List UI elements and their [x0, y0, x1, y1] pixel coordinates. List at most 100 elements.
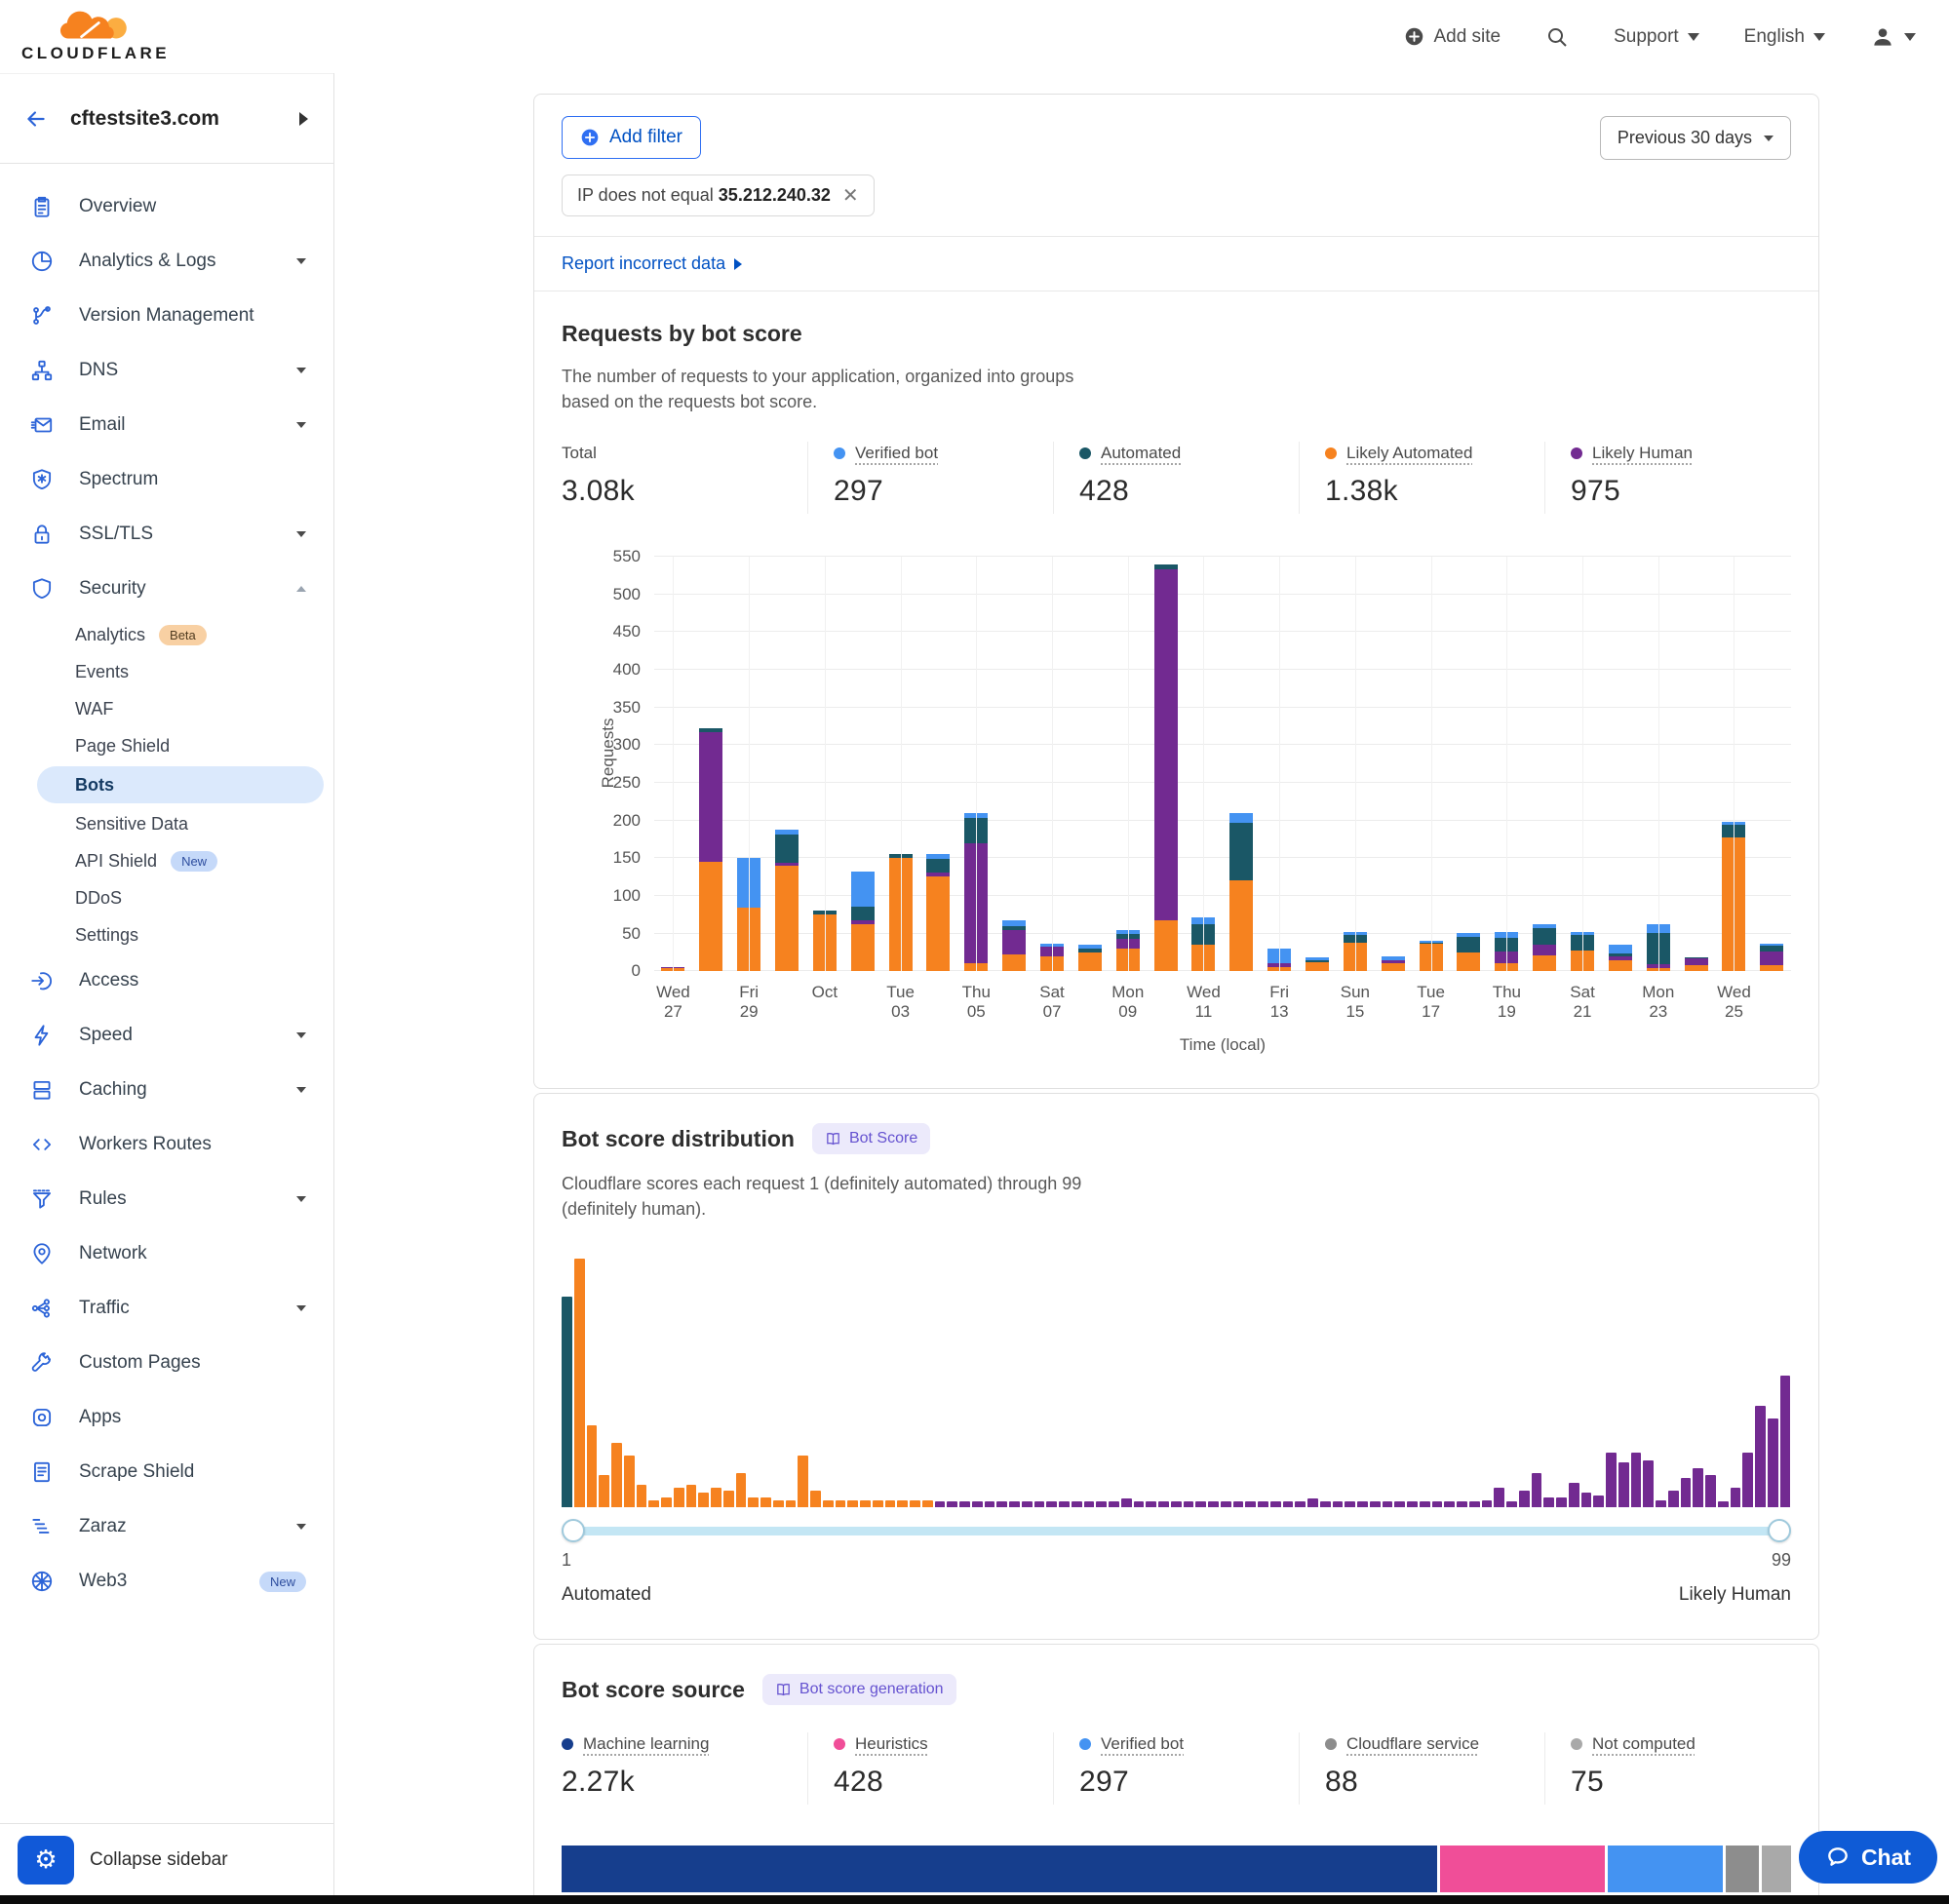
add-filter-button[interactable]: Add filter — [562, 116, 701, 159]
sidebar-item-rules[interactable]: Rules — [0, 1172, 333, 1226]
chevron-down-icon — [1904, 33, 1916, 41]
slider-track[interactable] — [567, 1527, 1785, 1535]
search-icon[interactable] — [1545, 25, 1569, 49]
stat-label[interactable]: Machine learning — [583, 1734, 709, 1754]
date-range-dropdown[interactable]: Previous 30 days — [1600, 116, 1791, 160]
histogram-bar — [773, 1500, 784, 1508]
bot-score-generation-badge[interactable]: Bot score generation — [762, 1674, 956, 1705]
chat-button[interactable]: Chat — [1799, 1831, 1937, 1884]
sidebar-item-security[interactable]: Security — [0, 562, 333, 616]
add-site-button[interactable]: Add site — [1404, 26, 1501, 48]
sidebar-item-bots[interactable]: Bots — [37, 766, 324, 803]
sidebar-item-custom-pages[interactable]: Custom Pages — [0, 1336, 333, 1390]
collapse-sidebar-button[interactable]: Collapse sidebar — [90, 1849, 228, 1871]
slider-handle-max[interactable] — [1768, 1519, 1791, 1542]
x-tick: Tue 17 — [1412, 983, 1450, 1022]
gear-icon[interactable]: ⚙ — [18, 1836, 74, 1885]
filter-chip[interactable]: IP does not equal 35.212.240.32 ✕ — [562, 175, 875, 216]
email-icon — [29, 412, 55, 438]
sidebar-item-label: DDoS — [75, 888, 122, 909]
language-menu[interactable]: English — [1744, 26, 1825, 48]
histogram-bar — [1320, 1501, 1331, 1507]
x-axis-title: Time (local) — [654, 1035, 1791, 1055]
stat-label[interactable]: Verified bot — [855, 444, 938, 463]
sidebar-item-caching[interactable]: Caching — [0, 1063, 333, 1117]
account-menu[interactable] — [1870, 24, 1916, 50]
histogram-bar — [1581, 1493, 1592, 1507]
version-icon — [29, 303, 55, 329]
histogram-bar — [748, 1497, 759, 1507]
requests-card: Add filter Previous 30 days IP does not … — [533, 94, 1819, 1089]
bot-score-badge[interactable]: Bot Score — [812, 1123, 930, 1154]
sidebar-item-sensitive-data[interactable]: Sensitive Data — [0, 805, 333, 842]
stat-label[interactable]: Not computed — [1592, 1734, 1696, 1754]
source-segment-machine-learning — [562, 1846, 1437, 1892]
sidebar-item-page-shield[interactable]: Page Shield — [0, 727, 333, 764]
histogram-bar — [1208, 1501, 1219, 1507]
top-bar: CLOUDFLARE Add site Support English — [0, 0, 1949, 73]
stacked-bar — [1457, 933, 1480, 971]
sidebar-item-scrape-shield[interactable]: Scrape Shield — [0, 1445, 333, 1499]
sidebar-item-ssl-tls[interactable]: SSL/TLS — [0, 507, 333, 562]
histogram-bar — [885, 1500, 896, 1508]
sidebar-item-traffic[interactable]: Traffic — [0, 1281, 333, 1336]
sidebar-item-analytics-logs[interactable]: Analytics & Logs — [0, 234, 333, 289]
sidebar-item-network[interactable]: Network — [0, 1226, 333, 1281]
sidebar-item-email[interactable]: Email — [0, 398, 333, 452]
histogram-bar — [910, 1500, 920, 1508]
stat-label[interactable]: Verified bot — [1101, 1734, 1184, 1754]
chevron-up-icon — [296, 586, 306, 592]
sidebar-item-events[interactable]: Events — [0, 653, 333, 690]
stat-label[interactable]: Automated — [1101, 444, 1181, 463]
sidebar-item-access[interactable]: Access — [0, 953, 333, 1008]
histogram-bar — [1009, 1501, 1020, 1507]
slider-left-label: Automated — [562, 1584, 651, 1606]
ssl-icon — [29, 522, 55, 547]
sidebar-item-waf[interactable]: WAF — [0, 690, 333, 727]
sidebar-item-ddos[interactable]: DDoS — [0, 879, 333, 916]
histogram-bar — [1543, 1497, 1554, 1507]
sidebar-item-workers-routes[interactable]: Workers Routes — [0, 1117, 333, 1172]
chevron-down-icon — [296, 368, 306, 373]
histogram-bar — [1121, 1498, 1132, 1507]
stat-label[interactable]: Cloudflare service — [1346, 1734, 1479, 1754]
histogram-bar — [1618, 1462, 1629, 1507]
support-menu[interactable]: Support — [1614, 26, 1699, 48]
histogram-bar — [1221, 1501, 1231, 1507]
report-incorrect-data-link[interactable]: Report incorrect data — [562, 253, 742, 274]
back-arrow-icon[interactable] — [23, 106, 49, 132]
histogram-bar — [1072, 1501, 1082, 1507]
score-range-slider[interactable] — [562, 1519, 1791, 1542]
stat-label[interactable]: Likely Human — [1592, 444, 1693, 463]
sidebar-item-version-management[interactable]: Version Management — [0, 289, 333, 343]
sidebar-item-dns[interactable]: DNS — [0, 343, 333, 398]
sidebar-item-analytics[interactable]: AnalyticsBeta — [0, 616, 333, 653]
requests-stat-verified-bot: Verified bot297 — [807, 442, 1053, 514]
sidebar-item-settings[interactable]: Settings — [0, 916, 333, 953]
histogram-bar — [1506, 1501, 1517, 1507]
stat-label[interactable]: Heuristics — [855, 1734, 928, 1754]
sidebar-item-speed[interactable]: Speed — [0, 1008, 333, 1063]
sidebar-item-api-shield[interactable]: API ShieldNew — [0, 842, 333, 879]
stacked-bar — [1760, 944, 1783, 972]
histogram-bar — [1768, 1418, 1778, 1508]
caching-icon — [29, 1077, 55, 1103]
close-icon[interactable]: ✕ — [842, 186, 859, 206]
sidebar-item-web3[interactable]: Web3New — [0, 1554, 333, 1609]
slider-max-value: 99 — [1772, 1550, 1791, 1571]
stat-label[interactable]: Likely Automated — [1346, 444, 1472, 463]
sidebar-item-apps[interactable]: Apps — [0, 1390, 333, 1445]
slider-handle-min[interactable] — [562, 1519, 585, 1542]
stacked-bar — [926, 854, 950, 971]
cloudflare-logo[interactable]: CLOUDFLARE — [19, 11, 170, 63]
sidebar-item-zaraz[interactable]: Zaraz — [0, 1499, 333, 1554]
bot-score-badge-label: Bot Score — [849, 1130, 917, 1147]
requests-stat-likely-human: Likely Human975 — [1544, 442, 1790, 514]
site-header[interactable]: cftestsite3.com — [0, 73, 333, 164]
chevron-right-icon[interactable] — [299, 112, 308, 126]
histogram-bar — [1742, 1453, 1753, 1507]
sidebar-item-spectrum[interactable]: Spectrum — [0, 452, 333, 507]
requests-title: Requests by bot score — [562, 321, 1791, 347]
security-icon — [29, 576, 55, 602]
sidebar-item-overview[interactable]: Overview — [0, 179, 333, 234]
